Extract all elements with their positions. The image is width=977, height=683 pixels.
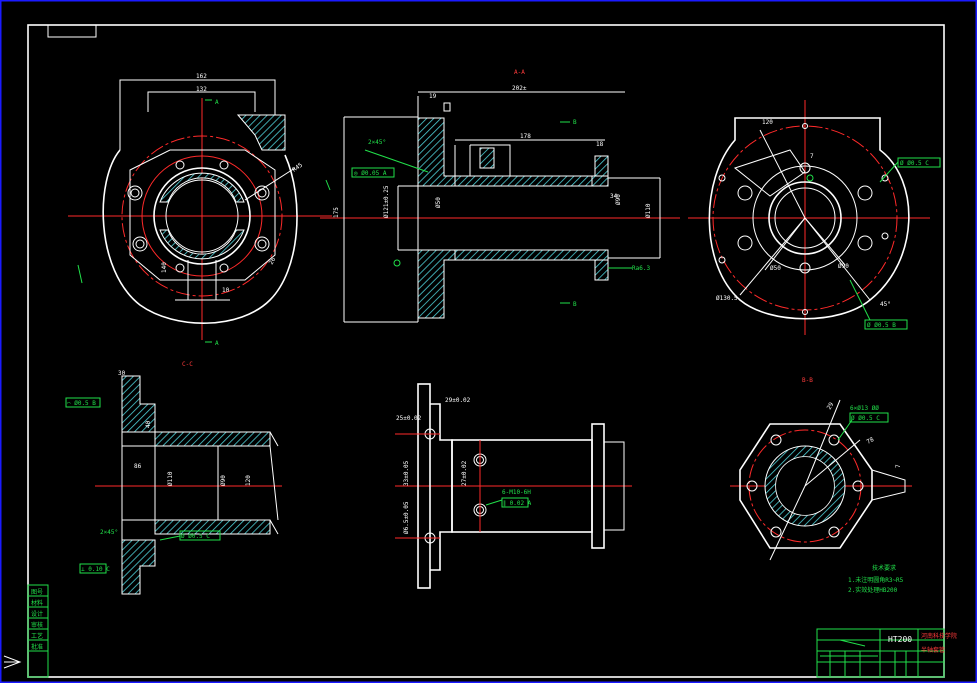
gtol-8: Ø Ø0.5 C [851, 415, 880, 422]
arrow-b-top: B [573, 119, 577, 126]
chamfer-note: 2×45° [368, 139, 386, 146]
gtol-4: Ø Ø0.5 B [867, 322, 896, 329]
title-part-name: 半轴套管 [921, 646, 945, 654]
view-half-section: 30 86 Ø110 Ø90 120 40 ⌒ Ø0.5 B ⟂ 0.10 C … [65, 370, 282, 595]
title-material: HT200 [888, 635, 912, 644]
title-block: HT200 河南科技学院 半轴套管 [816, 628, 957, 678]
dim-18: 18 [596, 141, 604, 148]
dim-34: 34 [610, 193, 618, 200]
arrow-a-bottom: A [215, 340, 219, 347]
gtol-3: Ø Ø0.5 C [900, 160, 929, 167]
notes-heading: 技术要求 [872, 564, 896, 572]
dim-120: 120 [762, 119, 773, 126]
dim-bolt-circle: Ø130.5 [716, 295, 738, 302]
gtol-6: ⟂ 0.10 C [81, 566, 110, 573]
dim-29-b: 29 [826, 401, 836, 411]
dim-d110: Ø110 [645, 203, 652, 218]
dim-d110-b: Ø110 [167, 471, 174, 486]
dim-162: 162 [196, 73, 207, 80]
tol-1: 29±0.02 [445, 397, 471, 404]
dim-d90-end: Ø90 [838, 263, 849, 270]
label-a-a: A-A [514, 69, 525, 76]
technical-notes: 技术要求 1.未注明圆角R3~R5 2.实效处理HB200 [848, 564, 904, 594]
dim-7-b: 7 [895, 464, 902, 468]
tol-5: 27±0.02 [461, 460, 468, 486]
gtol-5: ⌒ Ø0.5 B [67, 400, 96, 407]
dim-78: 78 [866, 436, 876, 446]
dim-26: 26 [268, 256, 278, 266]
side-table-cell-2: 设计 [31, 610, 43, 618]
label-c-c: C-C [182, 361, 193, 368]
side-table-cell-4: 工艺 [31, 632, 43, 640]
dim-45deg: 45° [880, 301, 891, 308]
dim-7: 7 [810, 153, 814, 160]
tol-3: 33±0.05 [403, 460, 410, 486]
ra-1: Ra6.3 [632, 265, 650, 272]
view-section-bb: B-B 29 78 7 6×Ø13 ØØ Ø Ø0.5 C [730, 377, 912, 561]
tol-2: 25±0.02 [396, 415, 422, 422]
cad-drawing: 162 132 140 10 R45 26 A A C-C A-A 202± 1… [0, 0, 977, 683]
notes-line-2: 2.实效处理HB200 [848, 586, 898, 594]
side-table: 图号 材料 设计 审核 工艺 批准 [27, 584, 49, 678]
dim-19: 19 [429, 93, 437, 100]
dim-178: 178 [520, 133, 531, 140]
dim-132: 132 [196, 86, 207, 93]
side-table-cell-3: 审核 [31, 621, 43, 629]
label-b-b: B-B [802, 377, 813, 384]
dim-d50-end: Ø50 [770, 265, 781, 272]
hole-spec: 6×Ø13 ØØ [850, 405, 879, 412]
side-table-cell-1: 材料 [31, 599, 43, 607]
dim-r45: R45 [291, 161, 304, 173]
thread-note: 6-M10-6H [502, 489, 531, 496]
tol-4: Ø6.5±0.05 [403, 501, 410, 534]
view-side-holes: 29±0.02 25±0.02 33±0.05 Ø6.5±0.05 27±0.0… [395, 383, 632, 589]
dim-d121: Ø121±0.25 [383, 185, 390, 218]
frame-corner-label-box [47, 24, 97, 38]
arrow-a-top: A [215, 99, 219, 106]
gtol-2: ∥ 0.02 A [503, 500, 532, 507]
view-section-aa: A-A 202± 178 175 Ø121±0.25 Ø50 Ø110 Ø90 … [320, 69, 680, 323]
drawing-frame [27, 24, 945, 678]
dim-10: 10 [222, 287, 230, 294]
side-table-cell-5: 批准 [31, 643, 43, 651]
dim-202: 202± [512, 85, 527, 92]
viewport-border [0, 0, 977, 683]
dim-40: 40 [145, 420, 152, 428]
gtol-1: ◎ Ø0.05 A [354, 170, 387, 177]
arrow-b-bottom: B [573, 301, 577, 308]
dim-d90-b: Ø90 [220, 475, 227, 486]
gtol-7: Ø Ø0.5 C [181, 533, 210, 540]
view-flange-front: 162 132 140 10 R45 26 A A C-C [68, 73, 332, 368]
side-table-cell-0: 图号 [31, 589, 43, 596]
dim-d50: Ø50 [435, 197, 442, 208]
dim-120-b: 120 [245, 475, 252, 486]
dim-140: 140 [161, 262, 168, 273]
dim-30: 30 [118, 370, 126, 377]
dim-175: 175 [333, 207, 340, 218]
dim-86: 86 [134, 463, 142, 470]
notes-line-1: 1.未注明圆角R3~R5 [848, 576, 904, 584]
chamfer-note-b: 2×45° [100, 529, 118, 536]
view-flange-end: 120 Ø130.5 45° Ø90 Ø50 7 Ø Ø0.5 C Ø Ø0.5… [688, 100, 941, 335]
ucs-icon [3, 655, 22, 669]
title-school: 河南科技学院 [921, 632, 957, 640]
